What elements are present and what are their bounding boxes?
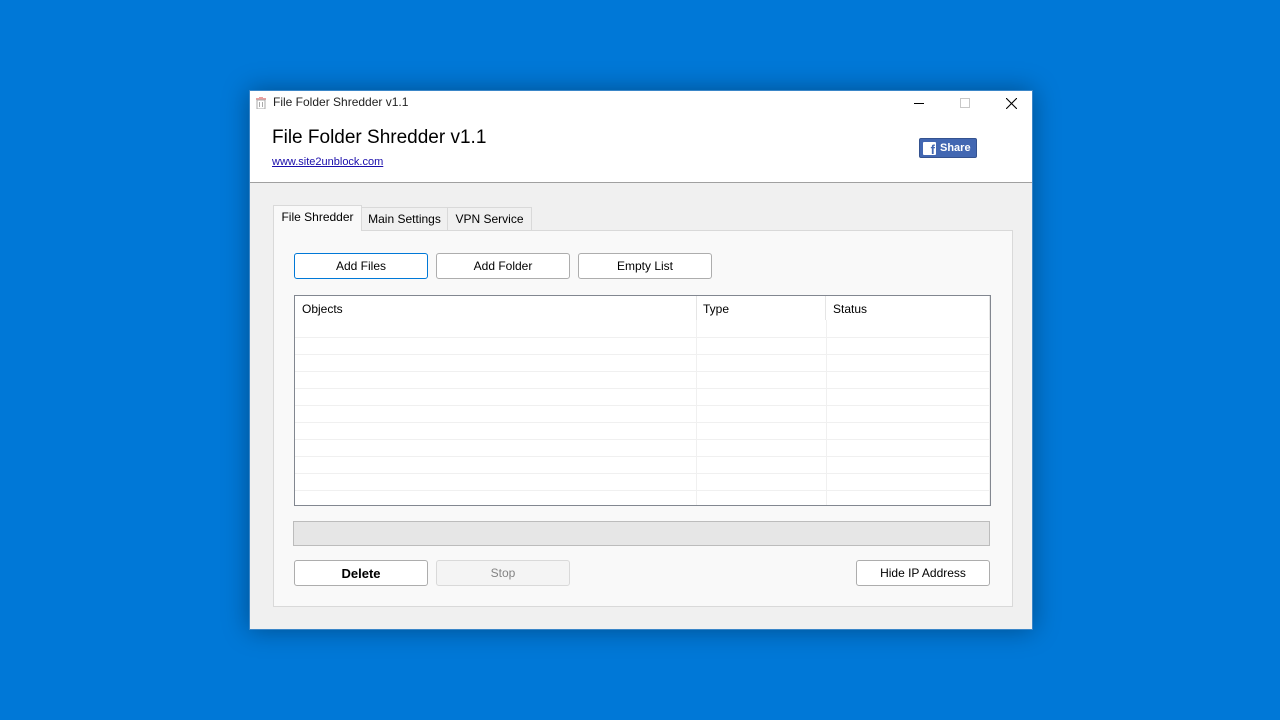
maximize-button[interactable]: [942, 91, 988, 115]
list-row: [295, 440, 990, 457]
empty-list-button[interactable]: Empty List: [578, 253, 712, 279]
app-header: File Folder Shredder v1.1 www.site2unblo…: [250, 115, 1032, 183]
tab-main-settings[interactable]: Main Settings: [361, 207, 448, 230]
website-link[interactable]: www.site2unblock.com: [272, 156, 383, 168]
delete-button[interactable]: Delete: [294, 560, 428, 586]
add-files-button[interactable]: Add Files: [294, 253, 428, 279]
tab-file-shredder[interactable]: File Shredder: [273, 205, 362, 231]
list-header: Objects Type Status: [295, 296, 990, 320]
maximize-icon: [960, 98, 970, 108]
minimize-icon: [914, 103, 924, 104]
list-row: [295, 457, 990, 474]
list-row: [295, 406, 990, 423]
trash-bin-icon: [256, 97, 266, 109]
objects-list[interactable]: Objects Type Status: [294, 295, 991, 506]
window-title: File Folder Shredder v1.1: [273, 95, 409, 109]
minimize-button[interactable]: [896, 91, 942, 115]
column-header-objects[interactable]: Objects: [295, 296, 697, 320]
hide-ip-address-button[interactable]: Hide IP Address: [856, 560, 990, 586]
list-row: [295, 474, 990, 491]
close-icon: [1005, 97, 1017, 109]
title-bar[interactable]: File Folder Shredder v1.1: [250, 91, 1032, 115]
list-row: [295, 423, 990, 440]
facebook-share-button[interactable]: f Share: [919, 138, 977, 158]
list-row: [295, 372, 990, 389]
facebook-icon: f: [923, 141, 936, 156]
app-title: File Folder Shredder v1.1: [272, 127, 487, 148]
app-window: File Folder Shredder v1.1 File Folder Sh…: [249, 90, 1033, 630]
stop-button[interactable]: Stop: [436, 560, 570, 586]
share-label: Share: [940, 142, 971, 154]
list-row: [295, 355, 990, 372]
list-row: [295, 389, 990, 406]
column-header-type[interactable]: Type: [696, 296, 826, 320]
shred-progress-bar: [293, 521, 990, 546]
list-row: [295, 338, 990, 355]
tab-vpn-service[interactable]: VPN Service: [447, 207, 532, 230]
close-button[interactable]: [988, 91, 1034, 115]
file-shredder-panel: Add Files Add Folder Empty List Objects …: [273, 230, 1013, 607]
list-row: [295, 321, 990, 338]
column-header-status[interactable]: Status: [826, 296, 990, 320]
add-folder-button[interactable]: Add Folder: [436, 253, 570, 279]
